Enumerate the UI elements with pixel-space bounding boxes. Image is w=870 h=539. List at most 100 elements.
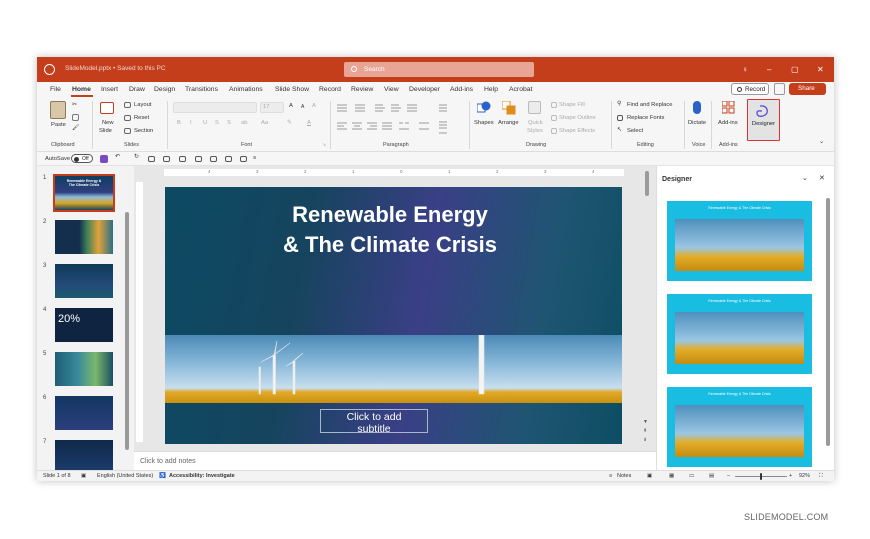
tab-acrobat[interactable]: Acrobat — [509, 86, 532, 93]
tab-add-ins[interactable]: Add-ins — [450, 86, 473, 93]
comments-button[interactable] — [774, 83, 785, 95]
font-dialog-launcher[interactable]: ↘ — [322, 142, 326, 148]
notes-toggle[interactable]: Notes — [617, 473, 631, 479]
paste-label[interactable]: Paste — [51, 122, 66, 128]
microphone-icon[interactable] — [693, 101, 701, 114]
slide-thumbnail-7[interactable] — [55, 440, 113, 470]
replace-fonts-button[interactable]: Replace Fonts — [627, 115, 664, 121]
section-button[interactable]: Section — [134, 128, 153, 134]
quick-styles-icon[interactable] — [528, 101, 541, 114]
new-slide-label-1[interactable]: New — [102, 120, 114, 126]
tab-review[interactable]: Review — [351, 86, 373, 93]
zoom-level[interactable]: 92% — [799, 473, 810, 479]
clear-formatting-icon[interactable]: A — [312, 103, 316, 109]
add-ins-icon[interactable] — [722, 101, 735, 114]
highlight-icon[interactable]: ✎ — [287, 120, 292, 126]
find-and-replace-button[interactable]: Find and Replace — [627, 102, 672, 108]
tab-design[interactable]: Design — [154, 86, 175, 93]
tab-insert[interactable]: Insert — [101, 86, 118, 93]
picture-icon[interactable] — [225, 156, 232, 162]
scroll-down-arrow[interactable]: ▼ — [643, 419, 648, 425]
slide-thumbnail-6[interactable] — [55, 396, 113, 430]
font-color-button[interactable]: A — [307, 120, 311, 126]
print-icon[interactable] — [195, 156, 202, 162]
zoom-out-button[interactable]: – — [727, 473, 730, 479]
shape-fill-button[interactable]: Shape Fill — [559, 102, 585, 108]
slideshow-icon[interactable] — [148, 156, 155, 162]
close-button[interactable]: ✕ — [817, 65, 824, 74]
document-title[interactable]: SlideModel.pptx • Saved to this PC — [65, 65, 166, 72]
spellcheck-icon[interactable]: ▣ — [81, 473, 86, 479]
grow-font-button[interactable]: A — [289, 103, 293, 109]
character-spacing-button[interactable]: ab — [241, 120, 247, 126]
reset-button[interactable]: Reset — [134, 115, 149, 121]
slide-thumbnail-1[interactable]: Renewable Energy & The Climate Crisis — [53, 174, 115, 212]
new-slide-icon[interactable] — [100, 102, 114, 114]
slide-thumbnail-5[interactable] — [55, 352, 113, 386]
language-status[interactable]: English (United States) — [97, 473, 153, 479]
notes-pane[interactable]: Click to add notes — [134, 451, 656, 470]
arrange-button[interactable]: Arrange — [498, 120, 519, 126]
slide-thumbnail-4[interactable]: 20% — [55, 308, 113, 342]
normal-view-icon[interactable]: ▣ — [647, 473, 652, 479]
minimize-button[interactable]: – — [767, 65, 771, 74]
format-painter-icon[interactable]: 🖌 — [72, 125, 79, 131]
customize-qat-icon[interactable]: ≡ — [253, 155, 256, 161]
change-case-button[interactable]: Aa — [261, 120, 268, 126]
designer-scrollbar[interactable] — [826, 198, 830, 446]
font-name-box[interactable] — [173, 102, 257, 113]
slide-thumbnail-3[interactable] — [55, 264, 113, 298]
slide-thumbnail-2[interactable] — [55, 220, 113, 254]
lightbulb-icon[interactable]: ♀ — [742, 65, 748, 74]
search-box[interactable]: Search — [344, 62, 534, 77]
designer-button[interactable]: Designer — [747, 99, 780, 141]
layout-button[interactable]: Layout — [134, 102, 151, 108]
shapes-button[interactable]: Shapes — [474, 120, 494, 126]
textbox-icon[interactable] — [240, 156, 247, 162]
undo-icon[interactable]: ↶ — [115, 154, 120, 160]
shape-effects-button[interactable]: Shape Effects — [559, 128, 595, 134]
tab-help[interactable]: Help — [484, 86, 498, 93]
thumbnails-scrollbar[interactable] — [125, 212, 129, 450]
tab-view[interactable]: View — [384, 86, 399, 93]
maximize-button[interactable]: ▢ — [791, 65, 799, 74]
record-button[interactable]: Record — [731, 83, 769, 95]
subtitle-placeholder[interactable]: Click to add subtitle — [320, 409, 428, 435]
open-icon[interactable] — [179, 156, 186, 162]
shapes-icon[interactable] — [477, 101, 491, 113]
new-file-icon[interactable] — [163, 156, 170, 162]
slide-sorter-icon[interactable]: ▦ — [669, 473, 674, 479]
tab-developer[interactable]: Developer — [409, 86, 440, 93]
share-button[interactable]: Share — [789, 83, 826, 95]
zoom-in-button[interactable]: + — [789, 473, 792, 479]
tab-transitions[interactable]: Transitions — [185, 86, 218, 93]
bold-button[interactable]: B — [177, 120, 181, 126]
design-idea-1[interactable]: Renewable Energy & The Climate Crisis — [667, 201, 812, 281]
table-icon[interactable] — [210, 156, 217, 162]
quick-styles-label-2[interactable]: Styles — [527, 128, 543, 134]
strikethrough-button[interactable]: S — [215, 120, 219, 126]
arrange-icon[interactable] — [502, 101, 516, 115]
previous-slide-icon[interactable]: ⇞ — [643, 428, 647, 434]
tab-draw[interactable]: Draw — [129, 86, 145, 93]
tab-file[interactable]: File — [50, 86, 61, 93]
quick-styles-label-1[interactable]: Quick — [528, 120, 543, 126]
slide-title[interactable]: Renewable Energy & The Climate Crisis — [225, 200, 555, 260]
zoom-slider-thumb[interactable] — [760, 473, 762, 480]
redo-icon[interactable]: ↻ — [134, 154, 139, 160]
autosave-toggle[interactable]: Off — [71, 154, 93, 163]
reading-view-icon[interactable]: ▭ — [689, 473, 694, 479]
underline-button[interactable]: U — [203, 120, 207, 126]
new-slide-label-2[interactable]: Slide — [99, 128, 112, 134]
paragraph-tools-icon[interactable] — [335, 102, 455, 136]
paste-icon[interactable] — [50, 101, 66, 119]
design-idea-3[interactable]: Renewable Energy & The Climate Crisis — [667, 387, 812, 467]
editor-scrollbar[interactable] — [645, 171, 649, 196]
fit-to-window-icon[interactable]: ⛶ — [819, 473, 823, 480]
dictate-button[interactable]: Dictate — [688, 120, 706, 126]
copy-icon[interactable] — [72, 114, 79, 121]
slide-canvas[interactable]: Renewable Energy & The Climate Crisis Cl… — [165, 187, 622, 444]
italic-button[interactable]: I — [190, 120, 192, 126]
tab-slide-show[interactable]: Slide Show — [275, 86, 309, 93]
save-icon[interactable] — [100, 155, 108, 163]
